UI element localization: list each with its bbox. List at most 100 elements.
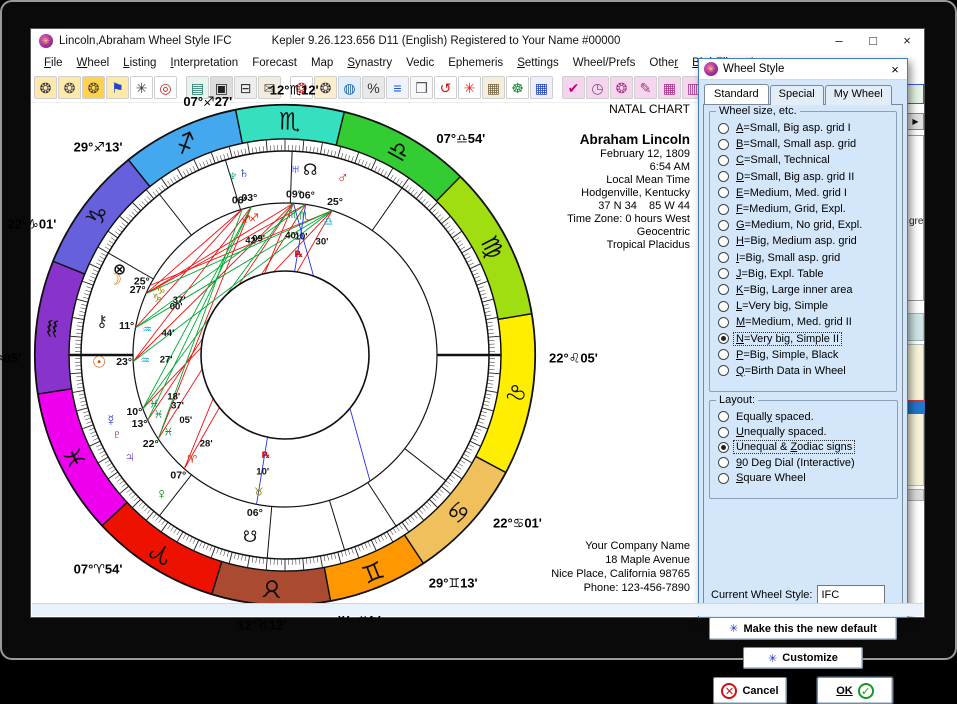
dialog-close-icon[interactable]: × — [883, 62, 907, 77]
radio-icon — [718, 123, 729, 134]
menu-forecast[interactable]: Forecast — [245, 55, 304, 71]
expand-arrow-button[interactable]: ▶ — [907, 113, 924, 130]
wheel-size-option-6[interactable]: G=Medium, No grid, Expl. — [716, 217, 893, 233]
radio-label: L=Very big, Simple — [734, 300, 830, 312]
wheel-pink-icon[interactable]: ❂ — [610, 76, 633, 99]
wheel-size-option-14[interactable]: P=Big, Simple, Black — [716, 347, 893, 363]
minimize-button[interactable]: – — [822, 33, 856, 48]
wheel-size-group: Wheel size, etc. A=Small, Big asp. grid … — [709, 111, 897, 392]
wheel-size-option-12[interactable]: M=Medium, Med. grid II — [716, 314, 893, 330]
radio-icon — [718, 284, 729, 295]
company-info-block: Your Company Name18 Maple AvenueNice Pla… — [551, 539, 690, 595]
wheel-size-option-7[interactable]: H=Big, Medium asp. grid — [716, 233, 893, 249]
company-line: 18 Maple Avenue — [551, 553, 690, 567]
natal-info-block: NATAL CHART Abraham Lincoln February 12,… — [567, 103, 690, 252]
wheel-size-option-10[interactable]: K=Big, Large inner area — [716, 282, 893, 298]
grid-pink-icon[interactable]: ▦ — [658, 76, 681, 99]
svg-text:30': 30' — [316, 236, 329, 247]
radio-icon — [718, 171, 729, 182]
company-line: Phone: 123-456-7890 — [551, 581, 690, 595]
layout-option-2[interactable]: Unequal & Zodiac signs — [716, 440, 894, 455]
layout-group-title: Layout: — [716, 394, 758, 406]
wheel-size-option-2[interactable]: C=Small, Technical — [716, 152, 893, 168]
menu-file[interactable]: File — [37, 55, 70, 71]
svg-text:♒: ♒ — [39, 316, 68, 340]
make-default-label: Make this the new default — [743, 623, 876, 635]
svg-text:23°: 23° — [116, 356, 132, 368]
wheel-size-option-0[interactable]: A=Small, Big asp. grid I — [716, 120, 893, 136]
svg-text:♐: ♐ — [241, 215, 251, 227]
status-bar — [32, 603, 923, 616]
wheel-size-option-1[interactable]: B=Small, Small asp. grid — [716, 136, 893, 152]
current-wheel-style-input[interactable] — [817, 585, 885, 605]
cancel-button[interactable]: ✕ Cancel — [713, 677, 787, 704]
wheel-size-option-8[interactable]: I=Big, Small asp. grid — [716, 250, 893, 266]
menu-ephemeris[interactable]: Ephemeris — [441, 55, 510, 71]
menu-synastry[interactable]: Synastry — [340, 55, 399, 71]
radio-icon — [718, 301, 729, 312]
layout-option-3[interactable]: 90 Deg Dial (Interactive) — [716, 455, 894, 470]
tab-special[interactable]: Special — [770, 85, 824, 105]
birth-data-lines: February 12, 18096:54 AMLocal Mean TimeH… — [567, 148, 690, 252]
radio-label: 90 Deg Dial (Interactive) — [734, 457, 857, 469]
planet-neptune: ♆ — [227, 168, 239, 185]
layout-option-1[interactable]: Unequally spaced. — [716, 424, 894, 439]
menu-settings[interactable]: Settings — [510, 55, 566, 71]
clock-icon[interactable]: ◷ — [586, 76, 609, 99]
menu-other[interactable]: Other — [642, 55, 685, 71]
maximize-button[interactable]: □ — [856, 33, 890, 48]
wheel-size-option-11[interactable]: L=Very big, Simple — [716, 298, 893, 314]
svg-text:27°: 27° — [130, 284, 146, 296]
menu-map[interactable]: Map — [304, 55, 340, 71]
ok-button[interactable]: OK ✓ — [817, 677, 893, 704]
planet-mars: ♂ — [337, 170, 349, 187]
radio-label: F=Medium, Grid, Expl. — [734, 203, 848, 215]
radio-label: N=Very big, Simple II — [734, 333, 841, 345]
customize-button[interactable]: ✳ Customize — [743, 647, 863, 669]
birth-data-line: Geocentric — [567, 226, 690, 239]
dialog-icon: ✳ — [704, 62, 718, 76]
wheel-size-option-9[interactable]: J=Big, Expl. Table — [716, 266, 893, 282]
radio-label: H=Big, Medium asp. grid — [734, 235, 859, 247]
wheel-size-option-15[interactable]: Q=Birth Data in Wheel — [716, 363, 893, 379]
menu-wheelprefs[interactable]: Wheel/Prefs — [566, 55, 643, 71]
planet-saturn: ♄ — [238, 165, 250, 182]
svg-text:44': 44' — [162, 328, 175, 339]
radio-label: J=Big, Expl. Table — [734, 268, 826, 280]
wheel-size-option-4[interactable]: E=Medium, Med. grid I — [716, 185, 893, 201]
svg-text:00': 00' — [170, 301, 183, 312]
layout-option-0[interactable]: Equally spaced. — [716, 409, 894, 424]
radio-icon — [718, 427, 729, 438]
edit-icon[interactable]: ✎ — [634, 76, 657, 99]
svg-text:♏: ♏ — [288, 209, 298, 221]
make-default-button[interactable]: ✳ Make this the new default — [709, 617, 897, 640]
tab-my-wheel[interactable]: My Wheel — [825, 85, 892, 105]
house-cusp-label-7: 22°♌05' — [549, 351, 598, 366]
layout-option-4[interactable]: Square Wheel — [716, 471, 894, 486]
birth-data-line: Time Zone: 0 hours West — [567, 213, 690, 226]
tab-standard[interactable]: Standard — [704, 84, 769, 104]
house-cusp-label-5: 29°♊13' — [429, 575, 478, 590]
radio-icon — [718, 442, 729, 453]
menu-listing[interactable]: Listing — [116, 55, 163, 71]
radio-icon — [718, 333, 729, 344]
wheel-size-option-13[interactable]: N=Very big, Simple II — [716, 330, 893, 346]
company-line: Your Company Name — [551, 539, 690, 553]
wheel-size-option-3[interactable]: D=Small, Big asp. grid II — [716, 169, 893, 185]
radio-label: A=Small, Big asp. grid I — [734, 122, 853, 134]
window-title-chart: Lincoln,Abraham Wheel Style IFC — [59, 35, 232, 47]
planet-uranus: ♅ — [289, 161, 301, 178]
svg-text:♈: ♈ — [187, 454, 197, 466]
planet-venus: ♀ — [156, 486, 168, 503]
svg-text:06°: 06° — [247, 507, 263, 519]
selection-chip[interactable] — [908, 400, 925, 414]
wheel-size-option-5[interactable]: F=Medium, Grid, Expl. — [716, 201, 893, 217]
layout-group: Layout: Equally spaced.Unequally spaced.… — [709, 400, 898, 499]
natal-wheel-svg: ♈♉♊♋♌♍♎♏♐♑♒♓22°♒05'07°♈54'12°♉12'07°♊27'… — [31, 89, 571, 621]
svg-text:♓: ♓ — [154, 409, 164, 421]
menu-interpretation[interactable]: Interpretation — [163, 55, 245, 71]
menu-vedic[interactable]: Vedic — [399, 55, 441, 71]
birth-data-line: Local Mean Time — [567, 174, 690, 187]
menu-wheel[interactable]: Wheel — [70, 55, 117, 71]
radio-icon — [718, 139, 729, 150]
